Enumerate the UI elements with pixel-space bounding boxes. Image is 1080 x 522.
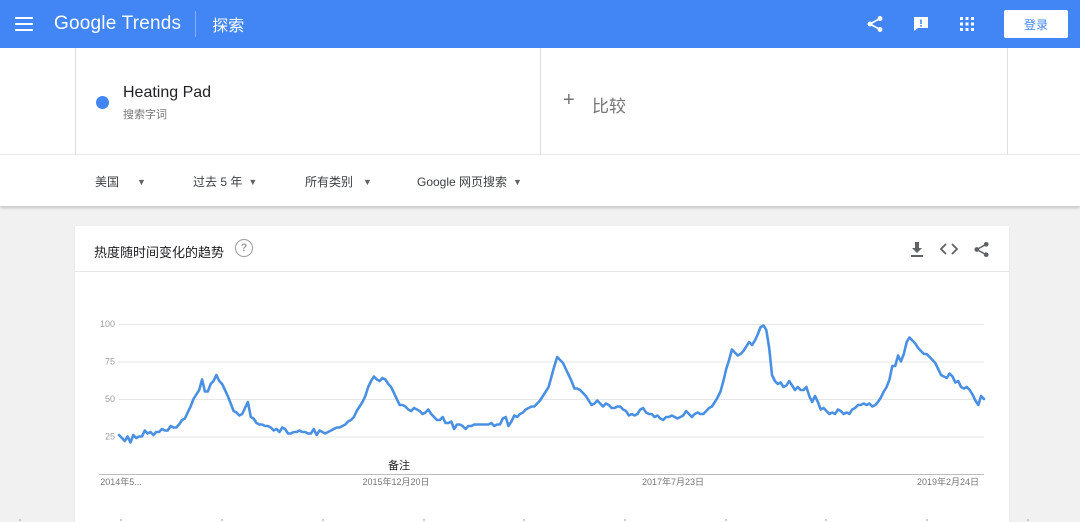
caret-down-icon: ▼ — [248, 176, 258, 187]
search-property-dropdown[interactable]: Google 网页搜索 ▼ — [417, 173, 522, 190]
time-range-label: 过去 5 年 — [193, 175, 243, 189]
logo-google-text: Google — [54, 13, 117, 34]
y-tick-label: 25 — [105, 432, 115, 442]
header-actions: 登录 — [852, 0, 1068, 48]
plus-icon: + — [563, 89, 575, 111]
interest-over-time-card: 热度随时间变化的趋势 ? 25 50 75 100 备注 2014年5... 2… — [75, 226, 1009, 522]
compare-button[interactable]: + 比较 — [541, 48, 1008, 154]
google-trends-logo[interactable]: Google Trends — [54, 13, 181, 35]
filter-bar: 美国 ▼ 过去 5 年 ▼ 所有类别 ▼ Google 网页搜索 ▼ — [0, 154, 1080, 206]
logo-trends-text: Trends — [121, 13, 182, 34]
caret-down-icon: ▼ — [137, 176, 146, 187]
note-label: 备注 — [388, 458, 410, 472]
x-tick-labels: 2014年5... 2015年12月20日 2017年7月23日 2019年2月24日 — [100, 476, 979, 487]
apps-button[interactable] — [944, 0, 990, 48]
series-line-heating-pad — [117, 324, 986, 444]
feedback-button[interactable] — [898, 0, 944, 48]
term-name: Heating Pad — [123, 84, 212, 101]
caret-down-icon: ▼ — [513, 176, 522, 187]
y-tick-label: 100 — [100, 319, 115, 329]
apps-icon — [960, 17, 974, 31]
caret-down-icon: ▼ — [363, 176, 372, 187]
x-tick-label: 2019年2月24日 — [917, 476, 979, 487]
bottom-edge-dots — [19, 519, 1029, 521]
region-dropdown[interactable]: 美国 ▼ — [95, 173, 146, 190]
y-tick-label: 75 — [105, 357, 115, 367]
feedback-icon — [914, 17, 928, 31]
term-type: 搜索字词 — [123, 109, 167, 121]
x-tick-label: 2017年7月23日 — [642, 476, 704, 487]
menu-button[interactable] — [0, 0, 48, 48]
search-terms-bar: Heating Pad 搜索字词 + 比较 — [0, 48, 1080, 154]
x-tick-label: 2014年5... — [100, 476, 142, 487]
share-button[interactable] — [852, 0, 898, 48]
menu-icon — [15, 17, 33, 31]
x-tick-label: 2015年12月20日 — [362, 476, 429, 487]
time-range-dropdown[interactable]: 过去 5 年 ▼ — [193, 173, 257, 190]
header-divider — [195, 11, 197, 37]
share-icon — [867, 16, 883, 32]
region-label: 美国 — [95, 175, 120, 189]
compare-label: 比较 — [592, 97, 626, 116]
page-title: 探索 — [212, 18, 245, 35]
app-header: Google Trends 探索 登录 — [0, 0, 1080, 48]
y-tick-label: 50 — [105, 394, 115, 404]
login-button[interactable]: 登录 — [1004, 10, 1068, 38]
category-dropdown[interactable]: 所有类别 ▼ — [305, 173, 372, 190]
search-term-card[interactable]: Heating Pad 搜索字词 — [75, 48, 541, 154]
search-property-label: Google 网页搜索 — [417, 175, 508, 189]
y-tick-labels: 25 50 75 100 — [100, 319, 115, 442]
trend-line-chart: 25 50 75 100 备注 2014年5... 2015年12月20日 2017年7月… — [99, 319, 986, 487]
category-label: 所有类别 — [305, 175, 354, 189]
term-color-dot — [96, 96, 109, 109]
